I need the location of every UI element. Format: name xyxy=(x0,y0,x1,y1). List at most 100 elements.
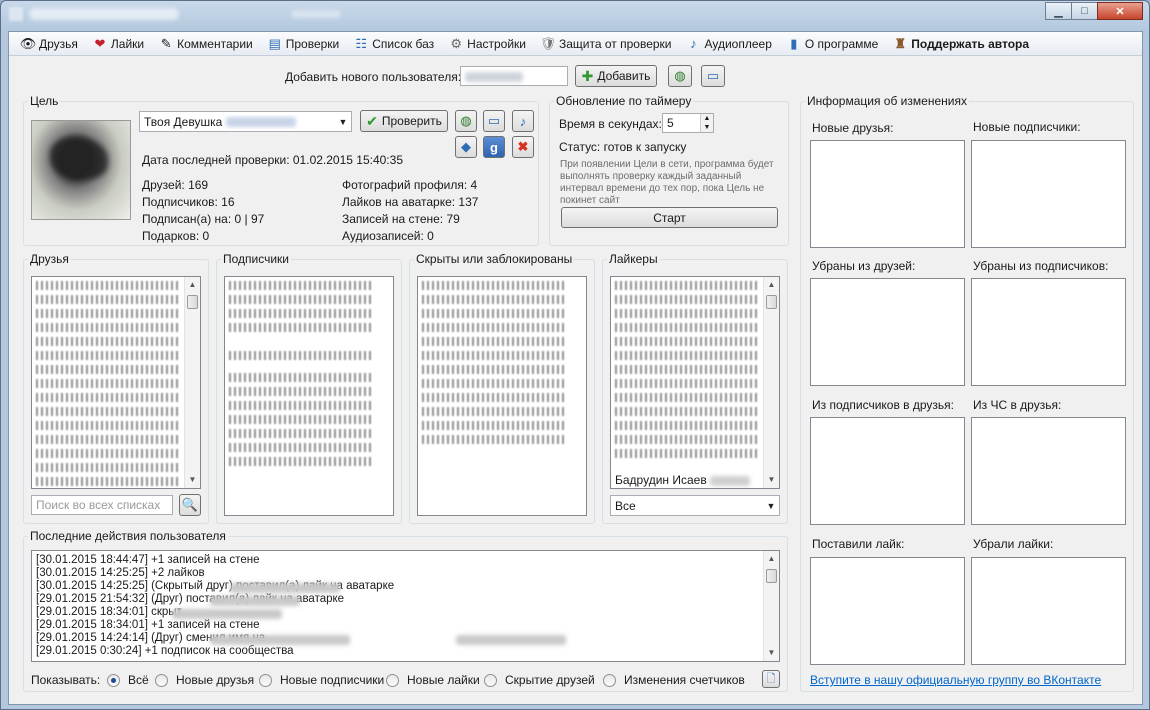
target-pc-button[interactable]: ▭ xyxy=(483,110,505,132)
changes-legend: Информация об изменениях xyxy=(807,94,967,108)
radio-label: Новые подписчики xyxy=(280,673,385,687)
menu-label: Список баз xyxy=(372,36,435,51)
menu-databases[interactable]: ☷ Список баз xyxy=(348,33,439,55)
likers-scrollbar[interactable]: ▲ ▼ xyxy=(763,277,779,488)
computer-button[interactable]: ▭ xyxy=(701,65,725,87)
menu-likes[interactable]: ❤ Лайки xyxy=(87,33,149,55)
info-icon: ▮ xyxy=(790,35,798,51)
new-friends-label: Новые друзья: xyxy=(812,121,894,135)
menu-comments[interactable]: ✎ Комментарии xyxy=(153,33,258,55)
menu-support-author[interactable]: ♜ Поддержать автора xyxy=(887,33,1034,55)
timer-status: Статус: готов к запуску xyxy=(559,140,687,154)
blurred-name xyxy=(172,609,282,619)
google-search-button[interactable]: g xyxy=(483,136,505,158)
scroll-thumb[interactable] xyxy=(766,295,777,309)
radio-label: Новые друзья xyxy=(176,673,255,687)
window-title-blurred xyxy=(29,8,179,20)
target-audio-button[interactable]: ♪ xyxy=(512,110,534,132)
target-web-button[interactable]: ◍ xyxy=(455,110,477,132)
liked-box[interactable] xyxy=(810,557,965,665)
likers-listbox[interactable]: Бадрудин Исаев ▲ ▼ xyxy=(610,276,780,489)
target-nav-button[interactable]: ◆ xyxy=(455,136,477,158)
menu-label: Проверки xyxy=(285,36,340,51)
friends-scrollbar[interactable]: ▲ ▼ xyxy=(184,277,200,488)
scroll-down-icon[interactable]: ▼ xyxy=(185,472,200,488)
globe-button[interactable]: ◍ xyxy=(668,65,692,87)
menu-bar: 👁 Друзья ❤ Лайки ✎ Комментарии ▤ Проверки ☷ С… xyxy=(9,32,1142,56)
new-friends-box[interactable] xyxy=(810,140,965,248)
unliked-label: Убрали лайки: xyxy=(973,537,1054,551)
menu-settings[interactable]: ⚙ Настройки xyxy=(443,33,531,55)
comment-icon: ✎ xyxy=(160,35,172,51)
menu-friends[interactable]: 👁 Друзья xyxy=(15,33,83,55)
maximize-button[interactable]: □ xyxy=(1071,2,1098,20)
target-select[interactable]: Твоя Девушка ▼ xyxy=(139,111,352,132)
log-line: [30.01.2015 14:25:25] (Скрытый друг) пос… xyxy=(36,580,395,592)
add-user-button[interactable]: ✚ Добавить xyxy=(575,65,657,87)
globe-icon: ◍ xyxy=(460,113,472,128)
filter-radio-counter-changes[interactable]: Изменения счетчиков xyxy=(603,673,745,687)
menu-audioplayer[interactable]: ♪ Аудиоплеер xyxy=(681,33,777,55)
seconds-spinner[interactable]: 5 ▲ ▼ xyxy=(662,113,714,133)
likers-filter-select[interactable]: Все ▼ xyxy=(610,495,780,516)
subscribers-legend: Подписчики xyxy=(223,252,290,266)
scroll-up-icon[interactable]: ▲ xyxy=(764,551,779,567)
search-all-input[interactable]: Поиск во всех списках xyxy=(31,495,173,515)
stat-audio: Аудиозаписей: 0 xyxy=(342,229,434,243)
unliked-box[interactable] xyxy=(971,557,1126,665)
filter-radio-new-subscribers[interactable]: Новые подписчики xyxy=(259,673,384,687)
log-line: [29.01.2015 18:34:01] +1 записей на стен… xyxy=(36,619,260,631)
eye-icon: 👁 xyxy=(19,35,37,51)
search-button[interactable]: 🔍 xyxy=(179,494,201,516)
hidden-listbox[interactable] xyxy=(417,276,587,516)
subs-to-friends-box[interactable] xyxy=(810,417,965,525)
stat-gifts: Подарков: 0 xyxy=(142,229,210,243)
gear-icon: ⚙ xyxy=(450,35,462,51)
menu-protection[interactable]: 🛡 Защита от проверки xyxy=(535,33,677,55)
actions-scrollbar[interactable]: ▲ ▼ xyxy=(763,551,779,661)
add-user-input[interactable] xyxy=(460,66,568,86)
radio-dot xyxy=(155,673,168,687)
stat-friends: Друзей: 169 xyxy=(142,178,209,192)
new-subscribers-box[interactable] xyxy=(971,140,1126,248)
actions-log[interactable]: [30.01.2015 18:44:47] +1 записей на стен… xyxy=(31,550,780,662)
spinner-arrows-icon[interactable]: ▲ ▼ xyxy=(700,114,713,132)
blacklist-to-friends-box[interactable] xyxy=(971,417,1126,525)
filter-radio-all[interactable]: Всё xyxy=(107,673,149,687)
scroll-up-icon[interactable]: ▲ xyxy=(764,277,779,293)
start-button[interactable]: Старт xyxy=(561,207,778,228)
filter-radio-hidden-friends[interactable]: Скрытие друзей xyxy=(484,673,595,687)
friends-legend: Друзья xyxy=(30,252,69,266)
menu-about[interactable]: ▮ О программе xyxy=(781,33,883,55)
filter-radio-new-likes[interactable]: Новые лайки xyxy=(386,673,480,687)
scroll-down-icon[interactable]: ▼ xyxy=(764,645,779,661)
check-button[interactable]: ✔ Проверить xyxy=(360,110,448,132)
filter-radio-new-friends[interactable]: Новые друзья xyxy=(155,673,254,687)
donate-icon: ♜ xyxy=(894,35,907,51)
target-name-blurred xyxy=(225,117,296,128)
menu-checks[interactable]: ▤ Проверки xyxy=(262,33,345,55)
scroll-thumb[interactable] xyxy=(766,569,777,583)
log-line: [29.01.2015 18:34:01] скрыт xyxy=(36,606,182,618)
scroll-thumb[interactable] xyxy=(187,295,198,309)
subscribers-listbox[interactable] xyxy=(224,276,394,516)
join-group-link[interactable]: Вступите в нашу официальную группу во ВК… xyxy=(810,673,1101,687)
google-icon: g xyxy=(490,139,498,155)
minimize-button[interactable]: ▁ xyxy=(1045,2,1072,20)
menu-label: Друзья xyxy=(39,36,78,51)
target-legend: Цель xyxy=(30,94,59,108)
removed-friends-box[interactable] xyxy=(810,278,965,386)
target-delete-button[interactable]: ✖ xyxy=(512,136,534,158)
friends-listbox[interactable]: ▲ ▼ xyxy=(31,276,201,489)
menu-label: О программе xyxy=(804,36,879,51)
scroll-down-icon[interactable]: ▼ xyxy=(764,472,779,488)
heart-icon: ❤ xyxy=(94,35,106,51)
scroll-up-icon[interactable]: ▲ xyxy=(185,277,200,293)
radio-label: Изменения счетчиков xyxy=(624,673,745,687)
export-log-button[interactable]: 🗋 xyxy=(762,670,780,688)
removed-subscribers-box[interactable] xyxy=(971,278,1126,386)
shield-icon: 🛡 xyxy=(539,35,557,51)
close-window-button[interactable]: ✕ xyxy=(1097,2,1143,20)
subs-to-friends-label: Из подписчиков в друзья: xyxy=(812,398,954,412)
stat-subscribers: Подписчиков: 16 xyxy=(142,195,235,209)
